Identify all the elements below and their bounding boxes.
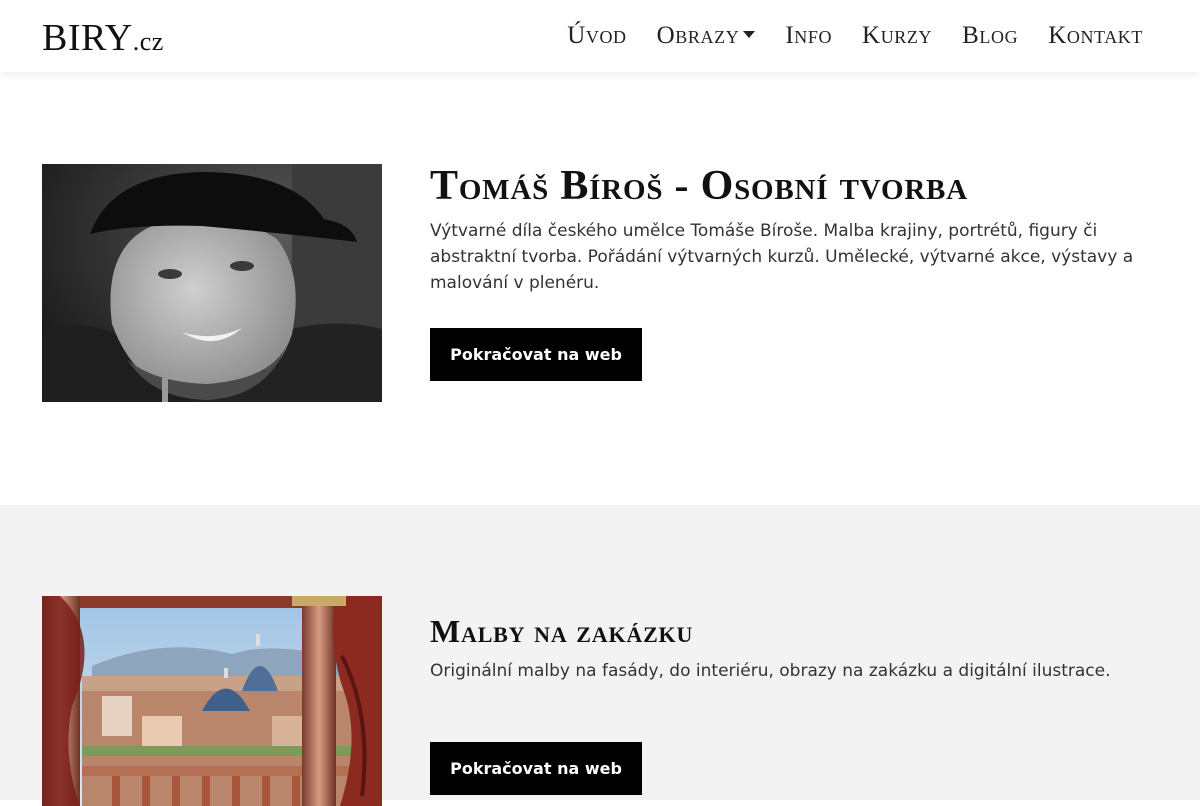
- nav-obrazy[interactable]: Obrazy: [657, 20, 756, 52]
- site-logo[interactable]: BIRY.cz: [42, 14, 164, 66]
- city-painting: [42, 596, 382, 806]
- caret-down-icon: [743, 30, 756, 38]
- navbar: BIRY.cz Úvod Obrazy Info Kurzy Blog Kont…: [0, 0, 1200, 72]
- section-description: Originální malby na fasády, do interiéru…: [430, 661, 1111, 681]
- section-description: Výtvarné díla českého umělce Tomáše Bíro…: [430, 221, 1134, 293]
- logo-tld: .cz: [132, 27, 164, 56]
- continue-button[interactable]: Pokračovat na web: [430, 328, 642, 381]
- nav-kontakt[interactable]: Kontakt: [1048, 20, 1143, 52]
- logo-main: BIRY: [42, 17, 133, 59]
- portrait-photo: [42, 164, 382, 402]
- main-nav: Úvod Obrazy Info Kurzy Blog Kontakt: [567, 20, 1143, 52]
- nav-kurzy[interactable]: Kurzy: [862, 20, 932, 52]
- continue-button[interactable]: Pokračovat na web: [430, 742, 642, 795]
- section-title: Tomáš Bíroš - Osobní tvorba: [430, 163, 968, 209]
- section-title: Malby na zakázku: [430, 613, 694, 649]
- section-commissions: Malby na zakázku Originální malby na fas…: [0, 505, 1200, 806]
- nav-uvod[interactable]: Úvod: [567, 20, 626, 52]
- nav-obrazy-label: Obrazy: [656, 22, 740, 49]
- section-personal-work: Tomáš Bíroš - Osobní tvorba Výtvarné díl…: [0, 72, 1200, 505]
- nav-info[interactable]: Info: [785, 20, 832, 52]
- nav-blog[interactable]: Blog: [962, 20, 1018, 52]
